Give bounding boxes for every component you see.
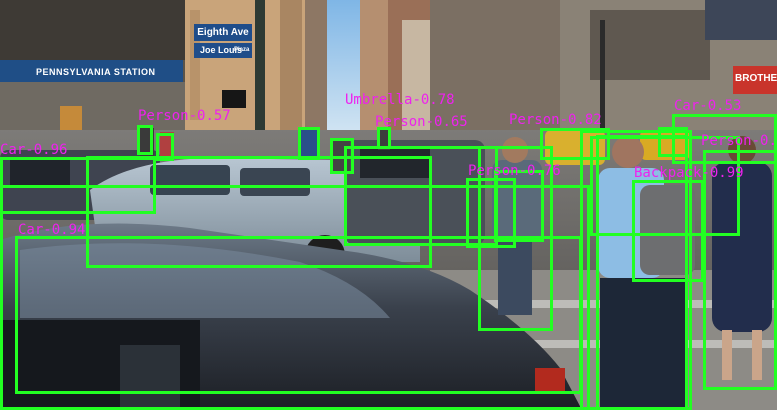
detection-label: Car-0.94 bbox=[18, 222, 86, 238]
detection-label-name: Person bbox=[375, 114, 426, 130]
detection-label-score: 0.76 bbox=[527, 163, 561, 179]
detection-box bbox=[298, 127, 320, 160]
station-sign: PENNSYLVANIA STATION bbox=[36, 67, 156, 77]
detection-label-score: 0.96 bbox=[33, 142, 68, 158]
detection-label-score: 0.53 bbox=[707, 98, 742, 114]
detection-label-name: Person bbox=[468, 163, 519, 179]
street-sign-eighth-ave: Eighth Ave bbox=[194, 24, 252, 41]
detection-label: Car-0.96 bbox=[0, 142, 68, 158]
detection-label: Car-0.53 bbox=[674, 98, 742, 114]
detection-label: Person-0.82 bbox=[509, 112, 602, 128]
detection-box bbox=[330, 138, 354, 174]
detection-label-name: Car bbox=[674, 98, 700, 114]
detection-label-name: Person bbox=[138, 108, 189, 124]
detection-label-name: Car bbox=[0, 142, 26, 158]
detection-label-score: 0.99 bbox=[709, 165, 744, 181]
detection-label: Person-0.99 bbox=[701, 134, 777, 148]
street-sign-joe-louis: Joe Louis Plaza bbox=[194, 43, 252, 58]
detection-label: Umbrella-0.78 bbox=[345, 92, 455, 108]
detection-label-name: Person bbox=[509, 112, 560, 128]
detection-box bbox=[377, 127, 391, 149]
detection-label-score: 0.65 bbox=[434, 114, 468, 130]
detection-label-name: Car bbox=[18, 222, 44, 238]
detection-label: Person-0.65 bbox=[375, 114, 468, 130]
detection-label-score: 0.99 bbox=[760, 133, 777, 149]
store-sign: BROTHER bbox=[735, 73, 777, 84]
detection-label-name: Person bbox=[701, 133, 752, 149]
detection-box bbox=[137, 125, 153, 155]
detection-label-score: 0.82 bbox=[568, 112, 602, 128]
detection-label-name: Umbrella bbox=[345, 92, 413, 108]
detection-label-score: 0.57 bbox=[197, 108, 231, 124]
detection-box bbox=[590, 136, 740, 236]
detection-label-score: 0.78 bbox=[420, 92, 455, 108]
detection-label: Person-0.76 bbox=[468, 163, 561, 179]
detection-box bbox=[156, 133, 174, 161]
detection-label: Person-0.57 bbox=[138, 108, 231, 124]
detection-box bbox=[494, 170, 544, 242]
detection-label-name: Backpack bbox=[634, 165, 702, 181]
detection-label-score: 0.94 bbox=[51, 222, 86, 238]
street-photo: Eighth Ave Joe Louis Plaza PENNSYLVANIA … bbox=[0, 0, 777, 410]
detection-label: Backpack-0.99 bbox=[634, 165, 744, 181]
street-sign-plaza-text: Plaza bbox=[234, 47, 250, 53]
